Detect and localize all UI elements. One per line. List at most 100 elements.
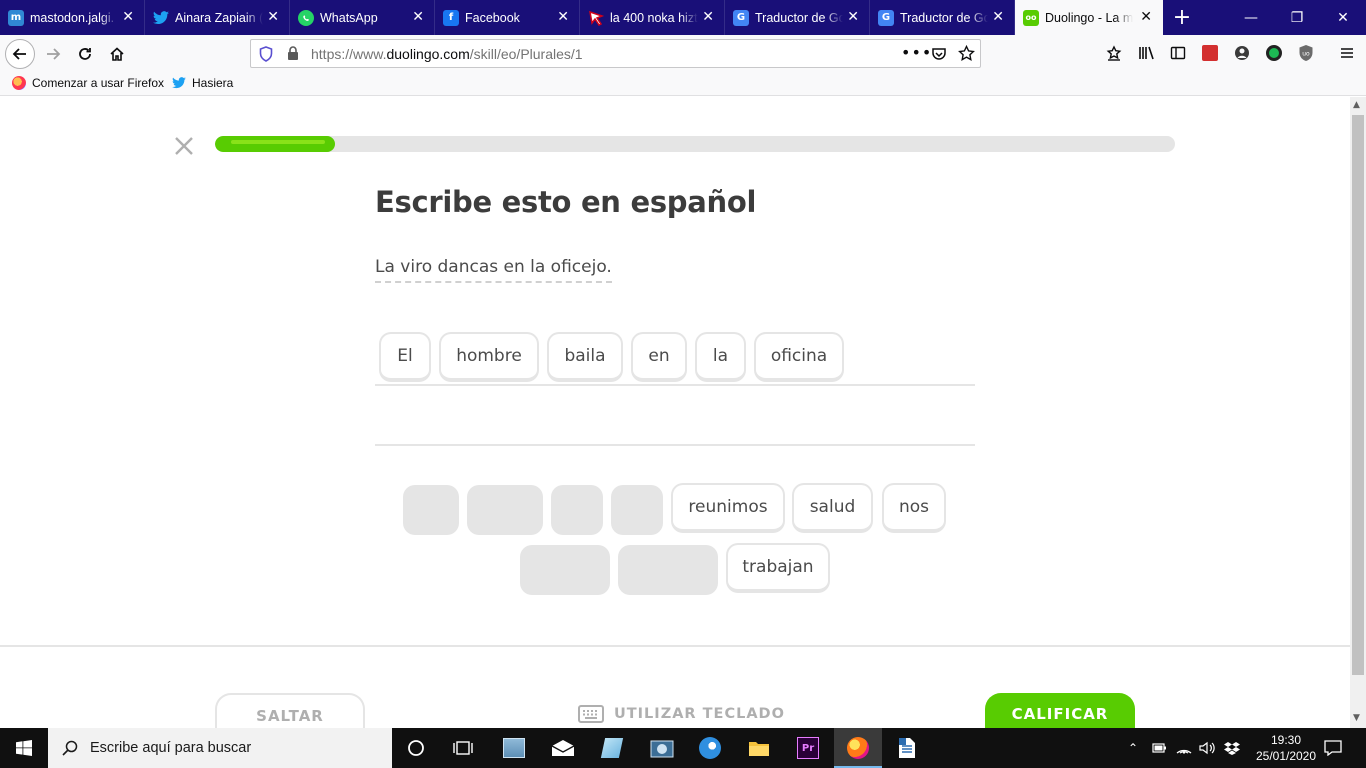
- start-button[interactable]: [0, 728, 48, 768]
- lesson-progress-bar: [215, 136, 1175, 152]
- photos-icon[interactable]: [600, 736, 624, 760]
- word-bank-tile[interactable]: trabajan: [726, 543, 830, 593]
- tab-title: Traductor de Go: [900, 10, 988, 25]
- skip-button[interactable]: SALTAR: [215, 693, 365, 728]
- reload-button[interactable]: [70, 39, 100, 69]
- svg-text:uo: uo: [1302, 51, 1310, 58]
- source-sentence[interactable]: La viro dancas en la oficejo.: [375, 257, 612, 283]
- back-button[interactable]: [5, 39, 35, 69]
- scroll-down-icon[interactable]: ▼: [1353, 713, 1360, 723]
- bookmark-hasiera[interactable]: Hasiera: [172, 76, 233, 90]
- answer-tile[interactable]: la: [695, 332, 746, 382]
- sidebar-icon[interactable]: [1170, 45, 1186, 61]
- mastodon-icon: m: [8, 9, 24, 26]
- task-view-icon[interactable]: [451, 736, 475, 760]
- forward-button[interactable]: [38, 39, 68, 69]
- notepad-icon[interactable]: [502, 736, 526, 760]
- scrollbar-thumb[interactable]: [1352, 115, 1364, 675]
- answer-tile[interactable]: El: [379, 332, 431, 382]
- answer-tile[interactable]: hombre: [439, 332, 539, 382]
- firefox-icon: [12, 76, 26, 90]
- quit-lesson-icon[interactable]: [173, 135, 195, 157]
- use-keyboard-button[interactable]: UTILIZAR TECLADO: [578, 705, 785, 723]
- hamburger-menu-icon[interactable]: [1339, 45, 1355, 61]
- file-explorer-icon[interactable]: [747, 736, 771, 760]
- taskbar-search-box[interactable]: Escribe aquí para buscar: [48, 728, 392, 768]
- home-button[interactable]: [102, 39, 132, 69]
- word-bank-tile[interactable]: reunimos: [671, 483, 785, 533]
- show-hidden-icons-icon[interactable]: ⌃: [1128, 728, 1138, 768]
- home-icon: [110, 47, 124, 61]
- answer-tile[interactable]: en: [631, 332, 687, 382]
- new-tab-button[interactable]: +: [1163, 0, 1201, 35]
- battery-icon[interactable]: [1151, 728, 1167, 768]
- dropbox-icon[interactable]: [1224, 728, 1240, 768]
- url-text[interactable]: https://www.duolingo.com/skill/eo/Plural…: [311, 46, 583, 62]
- word-bank-tile[interactable]: nos: [882, 483, 946, 533]
- close-tab-icon[interactable]: ✕: [702, 10, 714, 24]
- search-icon: [62, 740, 78, 756]
- close-tab-icon[interactable]: ✕: [992, 10, 1004, 24]
- tab-twitter[interactable]: Ainara Zapiain ( ✕: [145, 0, 290, 35]
- restore-button[interactable]: ❐: [1274, 0, 1320, 35]
- answer-tile[interactable]: baila: [547, 332, 623, 382]
- firefox-taskbar-icon[interactable]: [846, 736, 870, 760]
- used-word-slot: [611, 485, 663, 535]
- reload-icon: [79, 48, 91, 60]
- close-tab-icon[interactable]: ✕: [847, 10, 859, 24]
- library-icon[interactable]: [1138, 45, 1155, 61]
- close-tab-icon[interactable]: ✕: [412, 10, 424, 24]
- word-bank-tile[interactable]: salud: [792, 483, 873, 533]
- word-doc-icon[interactable]: [895, 736, 919, 760]
- windows-taskbar: Escribe aquí para buscar Pr ⌃ 19:30 25/0…: [0, 728, 1366, 768]
- used-word-slot: [551, 485, 603, 535]
- check-button[interactable]: CALIFICAR: [985, 693, 1135, 728]
- windows-logo-icon: [16, 740, 32, 756]
- pocket-icon[interactable]: [931, 46, 947, 62]
- camera-app-icon[interactable]: [650, 736, 674, 760]
- window-close-button[interactable]: ✕: [1320, 0, 1366, 35]
- whatsapp-icon: [298, 9, 314, 26]
- account-icon[interactable]: [1234, 45, 1250, 61]
- tab-whatsapp[interactable]: WhatsApp ✕: [290, 0, 435, 35]
- tracking-shield-icon[interactable]: [259, 46, 273, 62]
- answer-line: [375, 384, 975, 386]
- tab-duolingo[interactable]: oo Duolingo - La m ✕: [1015, 0, 1163, 35]
- wifi-icon[interactable]: [1176, 728, 1192, 768]
- extension-red-icon[interactable]: [1202, 45, 1218, 61]
- bookmark-firefox[interactable]: Comenzar a usar Firefox: [12, 76, 164, 90]
- scroll-up-icon[interactable]: ▲: [1353, 100, 1360, 110]
- premiere-pro-icon[interactable]: Pr: [796, 736, 820, 760]
- minimize-button[interactable]: —: [1228, 0, 1274, 35]
- tab-mastodon[interactable]: m mastodon.jalgi. ✕: [0, 0, 145, 35]
- tab-title: mastodon.jalgi.: [30, 10, 115, 25]
- google-translate-icon: G: [733, 9, 749, 26]
- used-word-slot: [618, 545, 718, 595]
- tab-translate-2[interactable]: G Traductor de Go ✕: [870, 0, 1015, 35]
- tab-400-noka[interactable]: la 400 noka hizt ✕: [580, 0, 725, 35]
- bookmarks-menu-icon[interactable]: [1106, 45, 1122, 61]
- cortana-icon[interactable]: [404, 736, 428, 760]
- tab-translate-1[interactable]: G Traductor de Go ✕: [725, 0, 870, 35]
- google-translate-icon: G: [878, 9, 894, 26]
- mail-icon[interactable]: [551, 736, 575, 760]
- system-clock[interactable]: 19:30 25/01/2020: [1254, 732, 1318, 764]
- close-tab-icon[interactable]: ✕: [1140, 10, 1152, 24]
- url-bar[interactable]: https://www.duolingo.com/skill/eo/Plural…: [250, 39, 981, 68]
- extension-green-icon[interactable]: [1266, 45, 1282, 61]
- volume-icon[interactable]: [1199, 728, 1217, 768]
- close-tab-icon[interactable]: ✕: [557, 10, 569, 24]
- page-actions-icon[interactable]: •••: [901, 43, 932, 62]
- padlock-icon[interactable]: [287, 46, 299, 61]
- progress-fill: [215, 136, 335, 152]
- close-tab-icon[interactable]: ✕: [267, 10, 279, 24]
- close-tab-icon[interactable]: ✕: [122, 10, 134, 24]
- answer-tile[interactable]: oficina: [754, 332, 844, 382]
- bookmark-star-icon[interactable]: [958, 45, 975, 62]
- tab-title: Traductor de Go: [755, 10, 843, 25]
- thunderbird-icon[interactable]: [698, 736, 722, 760]
- notifications-icon[interactable]: [1324, 728, 1342, 768]
- tab-facebook[interactable]: f Facebook ✕: [435, 0, 580, 35]
- page-scrollbar[interactable]: ▲ ▼: [1350, 97, 1366, 728]
- ublock-origin-icon[interactable]: uo: [1298, 44, 1314, 62]
